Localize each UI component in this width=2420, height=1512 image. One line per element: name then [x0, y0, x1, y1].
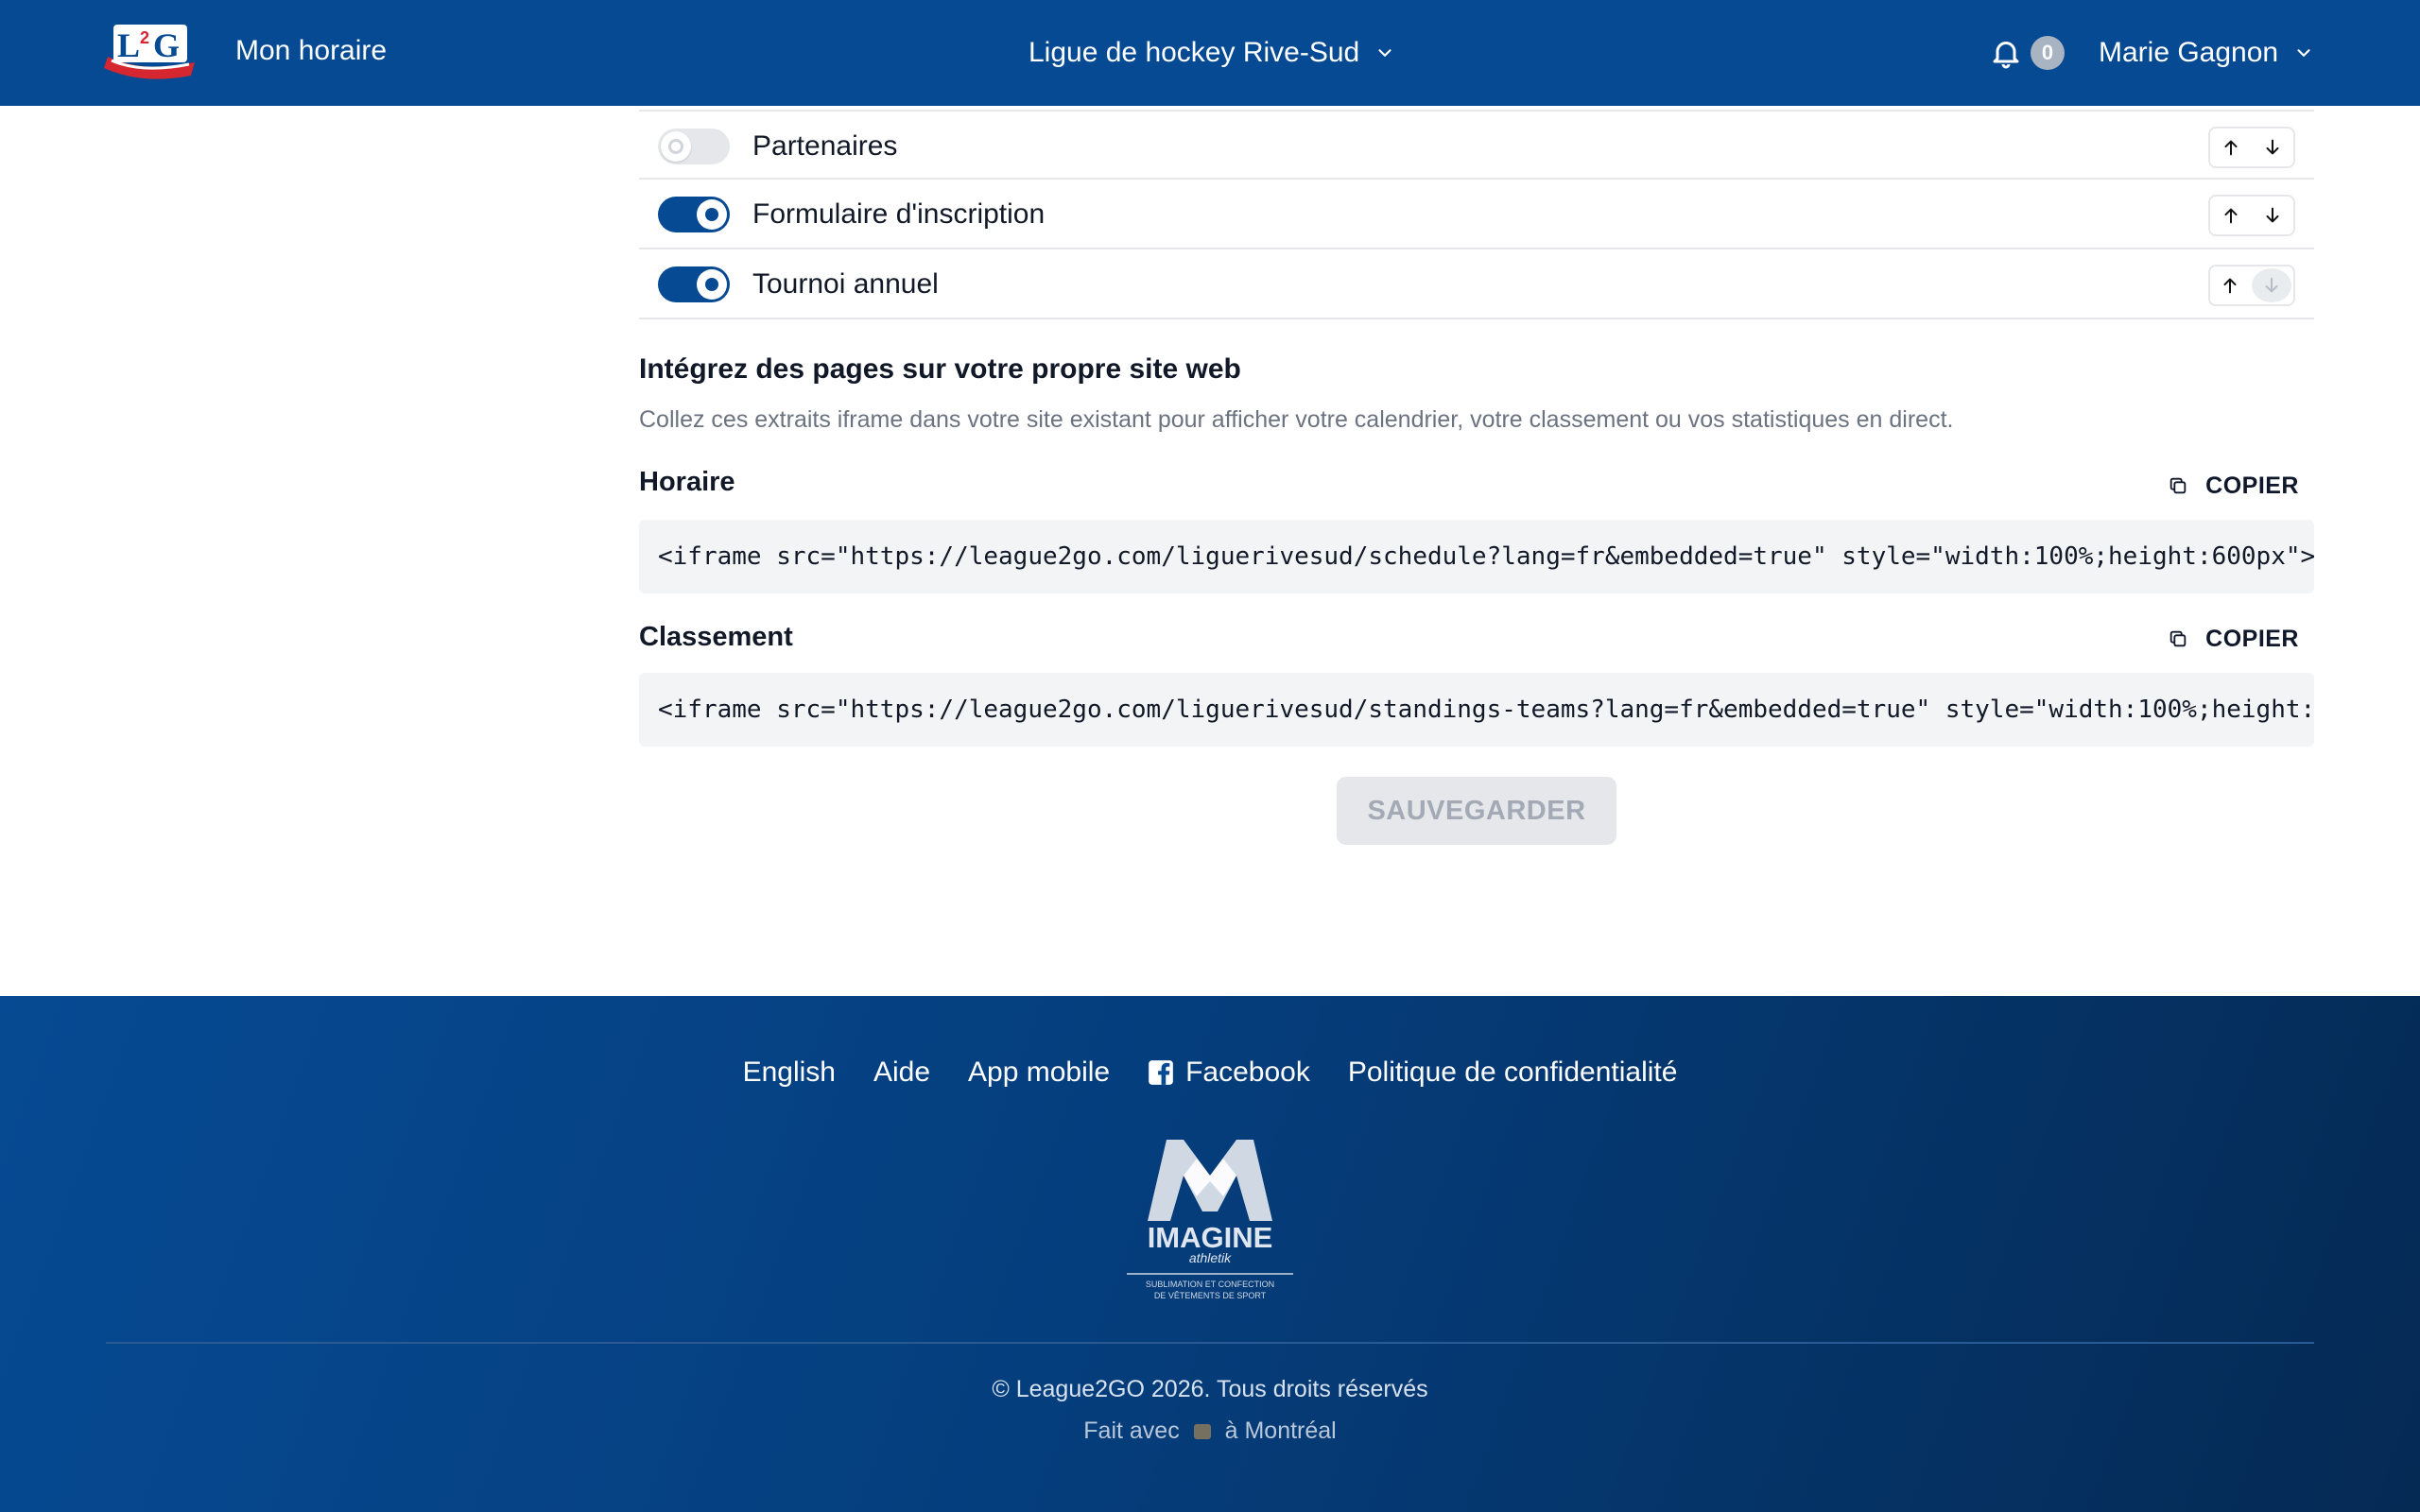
made-prefix: Fait avec	[1083, 1418, 1180, 1444]
embed-standings-code[interactable]: <iframe src="https://league2go.com/ligue…	[639, 673, 2314, 747]
embed-section-title: Intégrez des pages sur votre propre site…	[639, 353, 1241, 385]
arrow-up-icon	[2224, 208, 2238, 224]
arrow-down-icon	[2265, 277, 2278, 293]
copy-schedule-button[interactable]: COPIER	[2163, 463, 2314, 508]
sponsor-name: IMAGINE	[1148, 1221, 1273, 1254]
section-toggle-switch[interactable]	[658, 197, 730, 232]
svg-text:2: 2	[140, 28, 149, 47]
user-name: Marie Gagnon	[2099, 37, 2279, 68]
arrow-up-icon	[2223, 278, 2237, 294]
my-schedule-link[interactable]: Mon horaire	[235, 0, 387, 106]
embed-section-description: Collez ces extraits iframe dans votre si…	[639, 406, 1954, 433]
bell-icon	[1993, 42, 2019, 69]
embed-schedule-label: Horaire	[639, 467, 735, 497]
embed-standings-label: Classement	[639, 622, 793, 652]
chevron-down-icon	[1378, 49, 1392, 57]
reorder-controls	[2208, 265, 2295, 306]
toggle-knob	[661, 131, 691, 162]
league2go-logo[interactable]: L 2 G	[104, 19, 199, 83]
sponsor-sub: athletik	[1189, 1250, 1232, 1265]
imagine-athletik-sponsor-logo[interactable]: IMAGINE athletik SUBLIMATION ET CONFECTI…	[1125, 1138, 1295, 1308]
sponsor-tagline: SUBLIMATION ET CONFECTION	[1146, 1280, 1274, 1289]
facebook-label: Facebook	[1185, 1057, 1310, 1088]
heart-icon	[1193, 1424, 1211, 1440]
toggle-knob	[697, 269, 727, 300]
league-name: Ligue de hockey Rive-Sud	[1028, 37, 1360, 68]
move-down-button-disabled	[2252, 268, 2291, 302]
move-up-button[interactable]	[2210, 197, 2252, 234]
section-label: Partenaires	[752, 130, 898, 162]
copy-icon	[2169, 477, 2187, 494]
sponsor-tagline: DE VÊTEMENTS DE SPORT	[1154, 1291, 1267, 1300]
top-nav: L 2 G Mon horaire Ligue de hockey Rive-S…	[0, 0, 2420, 106]
copy-label: COPIER	[2205, 625, 2299, 652]
reorder-controls	[2208, 127, 2295, 168]
section-label: Tournoi annuel	[752, 268, 939, 300]
embed-schedule-code[interactable]: <iframe src="https://league2go.com/ligue…	[639, 520, 2314, 593]
section-row: Partenaires	[639, 110, 2314, 180]
move-up-button[interactable]	[2210, 129, 2252, 166]
section-row: Formulaire d'inscription	[639, 180, 2314, 249]
section-toggle-switch[interactable]	[658, 266, 730, 302]
arrow-up-icon	[2224, 140, 2238, 156]
svg-text:L: L	[117, 26, 140, 64]
footer-link-english[interactable]: English	[743, 1057, 836, 1089]
copy-standings-button[interactable]: COPIER	[2163, 616, 2314, 662]
copyright-text: © League2GO 2026. Tous droits réservés	[992, 1376, 1428, 1402]
copy-label: COPIER	[2205, 472, 2299, 499]
svg-text:G: G	[153, 26, 180, 64]
footer: English Aide App mobile Facebook Politiq…	[0, 996, 2420, 1512]
footer-link-help[interactable]: Aide	[873, 1057, 930, 1089]
facebook-icon	[1149, 1060, 1173, 1085]
section-label: Formulaire d'inscription	[752, 198, 1046, 230]
footer-divider	[106, 1342, 2314, 1344]
league-selector[interactable]: Ligue de hockey Rive-Sud	[1028, 0, 1395, 106]
footer-link-mobile-app[interactable]: App mobile	[968, 1057, 1110, 1089]
footer-links: English Aide App mobile Facebook Politiq…	[0, 1057, 2420, 1089]
arrow-down-icon	[2266, 139, 2279, 155]
save-button[interactable]: SAUVEGARDER	[1337, 777, 1616, 845]
made-suffix: à Montréal	[1224, 1418, 1337, 1444]
move-down-button[interactable]	[2252, 129, 2293, 166]
notifications-button[interactable]: 0	[1989, 30, 2065, 76]
notification-count-badge: 0	[2031, 36, 2065, 70]
footer-link-facebook[interactable]: Facebook	[1148, 1057, 1310, 1089]
arrow-down-icon	[2266, 207, 2279, 223]
chevron-down-icon	[2297, 49, 2310, 57]
reorder-controls	[2208, 195, 2295, 236]
made-in-text: Fait avec à Montréal	[0, 1418, 2420, 1445]
move-up-button[interactable]	[2210, 266, 2250, 304]
toggle-knob	[697, 199, 727, 230]
move-down-button[interactable]	[2252, 197, 2293, 234]
user-menu[interactable]: Marie Gagnon	[2099, 0, 2314, 106]
section-row: Tournoi annuel	[639, 249, 2314, 319]
section-toggle-switch[interactable]	[658, 129, 730, 164]
copy-icon	[2169, 630, 2187, 647]
footer-link-privacy[interactable]: Politique de confidentialité	[1348, 1057, 1678, 1089]
